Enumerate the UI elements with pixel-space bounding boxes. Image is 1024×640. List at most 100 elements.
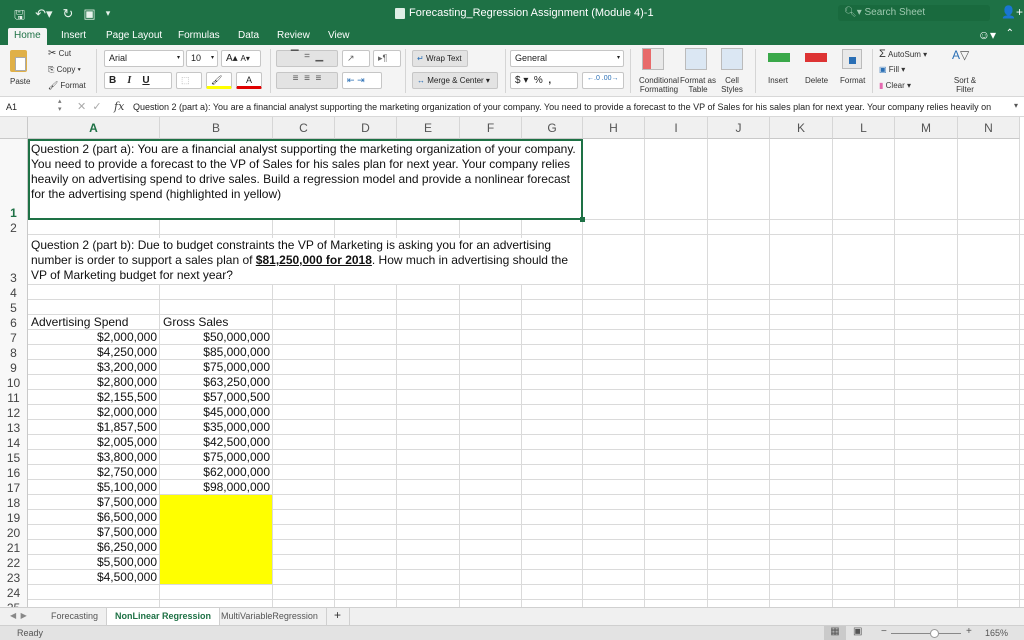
normal-view-icon[interactable]: ▦ xyxy=(824,626,846,640)
tab-formulas[interactable]: Formulas xyxy=(178,28,220,45)
decrease-indent-icon[interactable]: ⇤ xyxy=(347,75,355,85)
conditional-formatting-button[interactable]: Conditional Formatting xyxy=(636,76,682,94)
align-center-icon[interactable]: ≡ xyxy=(304,73,310,84)
advertising-spend-cell[interactable]: $5,500,000 xyxy=(28,555,157,570)
row-header-25[interactable]: 25 xyxy=(0,600,28,607)
tab-insert[interactable]: Insert xyxy=(61,28,86,45)
fill-handle[interactable] xyxy=(580,217,585,222)
wrap-text-button[interactable]: ↵ Wrap Text xyxy=(412,50,468,67)
comma-button[interactable]: , xyxy=(548,75,551,86)
page-layout-view-icon[interactable]: ▣ xyxy=(853,626,862,637)
collapse-ribbon-icon[interactable]: ⌃ xyxy=(1006,28,1014,39)
advertising-spend-cell[interactable]: $3,800,000 xyxy=(28,450,157,465)
increase-decimal-icon[interactable]: ←.0 xyxy=(587,75,600,82)
advertising-spend-cell[interactable]: $1,857,500 xyxy=(28,420,157,435)
gross-sales-cell[interactable]: $75,000,000 xyxy=(160,360,270,375)
gross-sales-cell[interactable]: $75,000,000 xyxy=(160,450,270,465)
zoom-in-button[interactable]: + xyxy=(966,626,972,637)
cut-button[interactable]: ✂ Cut xyxy=(48,48,71,59)
cell-styles-button[interactable]: Cell Styles xyxy=(720,76,744,94)
insert-function-button[interactable]: fx xyxy=(114,100,124,113)
advertising-spend-cell[interactable]: $2,155,500 xyxy=(28,390,157,405)
column-header-B[interactable]: B xyxy=(160,117,273,139)
row-header-16[interactable]: 16 xyxy=(0,465,28,480)
decrease-font-icon[interactable]: A▾ xyxy=(240,54,249,63)
percent-button[interactable]: % xyxy=(534,75,543,86)
row-header-20[interactable]: 20 xyxy=(0,525,28,540)
increase-indent-icon[interactable]: ⇥ xyxy=(357,75,365,85)
column-header-M[interactable]: M xyxy=(895,117,958,139)
currency-button[interactable]: $ xyxy=(515,75,521,86)
horizontal-align-group[interactable]: ≡ ≡ ≡ xyxy=(276,72,338,89)
tab-view[interactable]: View xyxy=(328,28,350,45)
row-header-19[interactable]: 19 xyxy=(0,510,28,525)
gross-sales-cell[interactable]: $62,000,000 xyxy=(160,465,270,480)
customize-icon[interactable]: ▾ xyxy=(106,6,111,28)
advertising-spend-cell[interactable]: $3,200,000 xyxy=(28,360,157,375)
row-header-13[interactable]: 13 xyxy=(0,420,28,435)
name-box-stepper[interactable]: ▴ ▾ xyxy=(58,98,62,114)
sheet-tab-nonlinear-regression[interactable]: NonLinear Regression xyxy=(107,608,221,625)
paragraph-direction-button[interactable]: ▸¶ xyxy=(373,50,401,67)
zoom-out-button[interactable]: − xyxy=(881,626,887,637)
format-as-table-button[interactable]: Format as Table xyxy=(680,76,716,94)
column-header-G[interactable]: G xyxy=(522,117,583,139)
worksheet-grid[interactable]: A B C D E F G H I J K L M N 1 2 3 4 5 6 7 8 9 10 11 12 13 14 15 16 17 1… xyxy=(0,117,1024,607)
font-size-select[interactable]: 10 ▾ xyxy=(186,50,218,67)
row-header-22[interactable]: 22 xyxy=(0,555,28,570)
copy-button[interactable]: ⎘ Copy ▾ xyxy=(48,65,81,75)
advertising-spend-cell[interactable]: $2,800,000 xyxy=(28,375,157,390)
fill-button[interactable]: ▣ Fill ▾ xyxy=(879,65,905,74)
row-header-14[interactable]: 14 xyxy=(0,435,28,450)
row-header-5[interactable]: 5 xyxy=(0,300,28,315)
merge-center-button[interactable]: ↔ Merge & Center ▾ xyxy=(412,72,498,89)
add-sheet-button[interactable]: + xyxy=(326,608,351,625)
font-size-grow-shrink[interactable]: A▴ A▾ xyxy=(221,50,261,67)
zoom-slider-handle[interactable] xyxy=(930,629,940,638)
underline-button[interactable]: U xyxy=(142,75,149,86)
row-header-15[interactable]: 15 xyxy=(0,450,28,465)
align-top-icon[interactable]: ▔ xyxy=(291,51,299,62)
decrease-decimal-icon[interactable]: .00→ xyxy=(602,75,619,82)
share-user-icon[interactable]: 👤+ xyxy=(1001,5,1023,19)
font-name-select[interactable]: Arial ▾ xyxy=(104,50,184,67)
gross-sales-cell[interactable]: $85,000,000 xyxy=(160,345,270,360)
row-header-11[interactable]: 11 xyxy=(0,390,28,405)
row-header-2[interactable]: 2 xyxy=(0,220,28,235)
insert-cells-button[interactable]: Insert xyxy=(768,76,788,85)
redo-icon[interactable]: ↻ xyxy=(63,6,74,28)
indent-group[interactable]: ⇤ ⇥ xyxy=(342,72,382,89)
row-header-6[interactable]: 6 xyxy=(0,315,28,330)
sort-filter-icon[interactable]: A▽ xyxy=(952,48,969,62)
align-bottom-icon[interactable]: ▁ xyxy=(315,51,323,62)
tab-review[interactable]: Review xyxy=(277,28,310,45)
vertical-align-group[interactable]: ▔ = ▁ xyxy=(276,50,338,67)
align-middle-icon[interactable]: = xyxy=(304,51,310,62)
question-2b-cell[interactable]: Question 2 (part b): Due to budget const… xyxy=(31,238,580,284)
column-header-D[interactable]: D xyxy=(335,117,397,139)
italic-button[interactable]: I xyxy=(127,75,131,86)
gross-sales-cell[interactable]: $45,000,000 xyxy=(160,405,270,420)
gross-sales-cell[interactable]: $42,500,000 xyxy=(160,435,270,450)
row-header-10[interactable]: 10 xyxy=(0,375,28,390)
column-header-L[interactable]: L xyxy=(833,117,895,139)
row-header-17[interactable]: 17 xyxy=(0,480,28,495)
row-header-4[interactable]: 4 xyxy=(0,285,28,300)
borders-button[interactable]: ⬚ xyxy=(176,72,202,89)
next-sheet-icon[interactable]: ▶ xyxy=(21,611,27,620)
column-header-J[interactable]: J xyxy=(708,117,770,139)
advertising-spend-cell[interactable]: $7,500,000 xyxy=(28,525,157,540)
tab-page-layout[interactable]: Page Layout xyxy=(106,28,162,45)
number-format-select[interactable]: General ▾ xyxy=(510,50,624,67)
advertising-spend-cell[interactable]: $2,750,000 xyxy=(28,465,157,480)
delete-cells-button[interactable]: Delete xyxy=(805,76,828,85)
row-header-9[interactable]: 9 xyxy=(0,360,28,375)
sheet-tab-forecasting[interactable]: Forecasting xyxy=(43,608,108,625)
gross-sales-cell[interactable]: $57,000,500 xyxy=(160,390,270,405)
cancel-icon[interactable]: ✕ xyxy=(77,101,86,113)
align-left-icon[interactable]: ≡ xyxy=(293,73,299,84)
orientation-button[interactable]: ↗ xyxy=(342,50,370,67)
column-header-H[interactable]: H xyxy=(583,117,645,139)
gross-sales-cell[interactable]: $50,000,000 xyxy=(160,330,270,345)
advertising-spend-cell[interactable]: $6,500,000 xyxy=(28,510,157,525)
